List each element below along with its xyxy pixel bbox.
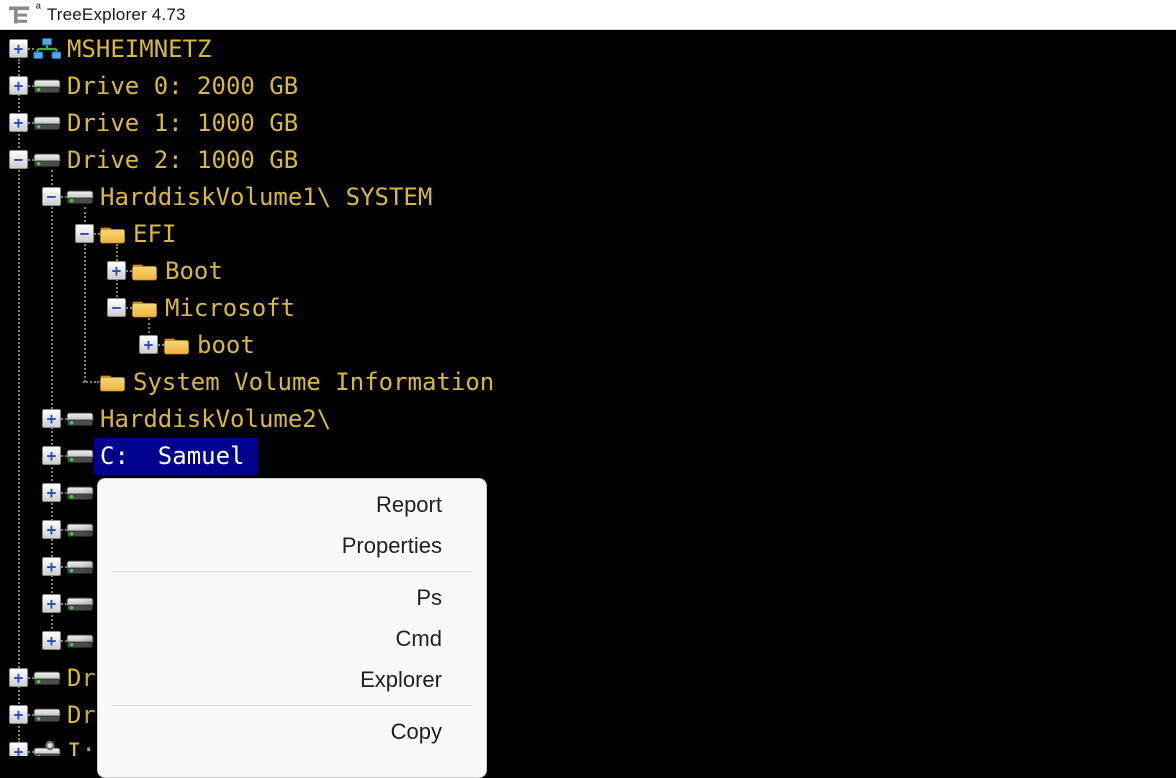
network-icon	[33, 37, 61, 61]
expand-plus-toggle[interactable]: +	[9, 705, 28, 724]
drive-icon	[33, 148, 61, 172]
tree-item-label: Dr	[67, 660, 96, 697]
tree-item-label: I:	[67, 734, 96, 756]
tree-item[interactable]: + Drive 1: 1000 GB	[0, 105, 1176, 142]
drive-icon	[66, 518, 94, 542]
expand-plus-toggle[interactable]: +	[9, 76, 28, 95]
tree-item-label: Dr	[67, 697, 96, 734]
treeexplorer-logo-icon	[8, 4, 30, 26]
tree-item[interactable]: − Drive 2: 1000 GB	[0, 142, 1176, 179]
tree-item-label: EFI	[133, 216, 176, 253]
expand-plus-toggle[interactable]: +	[42, 483, 61, 502]
expand-plus-toggle[interactable]: +	[139, 335, 158, 354]
drive-icon	[66, 481, 94, 505]
collapse-minus-toggle[interactable]: −	[107, 298, 126, 317]
folder-icon	[163, 333, 191, 357]
tree-item-label: Drive 1: 1000 GB	[67, 105, 298, 142]
drive-icon	[33, 666, 61, 690]
window-title: TreeExplorer 4.73	[47, 5, 186, 25]
tree-item-label: Boot	[165, 253, 223, 290]
tree-item[interactable]: + Drive 0: 2000 GB	[0, 68, 1176, 105]
expand-plus-toggle[interactable]: +	[42, 594, 61, 613]
expand-plus-toggle[interactable]: +	[42, 446, 61, 465]
tree-item-label: Microsoft	[165, 290, 295, 327]
context-menu-item-report[interactable]: Report	[98, 484, 486, 525]
folder-icon	[131, 259, 159, 283]
context-menu-item-copy[interactable]: Copy	[98, 711, 486, 752]
menu-separator	[112, 705, 472, 706]
drive-icon	[66, 407, 94, 431]
folder-icon	[131, 296, 159, 320]
tree-item[interactable]: + HarddiskVolume2\	[0, 401, 1176, 438]
tree-item[interactable]: + boot	[0, 327, 1176, 364]
tree-item-label: Drive 0: 2000 GB	[67, 68, 298, 105]
tree-item[interactable]: − Microsoft	[0, 290, 1176, 327]
expand-plus-toggle[interactable]: +	[9, 39, 28, 58]
drive-icon	[66, 555, 94, 579]
tree-item[interactable]: − HarddiskVolume1\ SYSTEM	[0, 179, 1176, 216]
expand-plus-toggle[interactable]: +	[42, 409, 61, 428]
context-menu-item-cmd[interactable]: Cmd	[98, 618, 486, 659]
tree-item-label: HarddiskVolume2\	[100, 401, 331, 438]
title-bar: ª TreeExplorer 4.73	[0, 0, 1176, 30]
tree-item-label-selected: C: Samuel	[94, 438, 258, 475]
drive-icon	[66, 185, 94, 209]
drive-icon	[66, 629, 94, 653]
drive-icon	[66, 592, 94, 616]
collapse-minus-toggle[interactable]: −	[75, 224, 94, 243]
expand-plus-toggle[interactable]: +	[42, 520, 61, 539]
tree-item-label: boot	[197, 327, 255, 364]
tree-item[interactable]: − EFI	[0, 216, 1176, 253]
title-superscript: ª	[36, 1, 41, 16]
expand-plus-toggle[interactable]: +	[42, 631, 61, 650]
drive-network-icon	[33, 740, 61, 756]
context-menu-item-explorer[interactable]: Explorer	[98, 659, 486, 700]
tree-item[interactable]: System Volume Information	[0, 364, 1176, 401]
folder-icon	[99, 222, 127, 246]
tree-item[interactable]: + C: Samuel	[0, 438, 1176, 475]
tree-item[interactable]: + MSHEIMNETZ	[0, 31, 1176, 68]
tree-item-label: HarddiskVolume1\ SYSTEM	[100, 179, 432, 216]
tree-connector-dots	[83, 381, 99, 383]
tree-item-label: Drive 2: 1000 GB	[67, 142, 298, 179]
context-menu-item-properties[interactable]: Properties	[98, 525, 486, 566]
collapse-minus-toggle[interactable]: −	[42, 187, 61, 206]
drive-icon	[66, 444, 94, 468]
expand-plus-toggle[interactable]: +	[9, 113, 28, 132]
tree-item-label: MSHEIMNETZ	[67, 31, 212, 68]
tree-item[interactable]: + Boot	[0, 253, 1176, 290]
context-menu-item-ps[interactable]: Ps	[98, 577, 486, 618]
menu-separator	[112, 571, 472, 572]
expand-plus-toggle[interactable]: +	[9, 668, 28, 687]
expand-plus-toggle[interactable]: +	[42, 557, 61, 576]
context-menu: ReportProperties PsCmdExplorer Copy	[97, 478, 487, 778]
drive-icon	[33, 111, 61, 135]
drive-icon	[33, 74, 61, 98]
collapse-minus-toggle[interactable]: −	[9, 150, 28, 169]
expand-plus-toggle[interactable]: +	[9, 742, 28, 756]
tree-item-label: System Volume Information	[133, 364, 494, 401]
expand-plus-toggle[interactable]: +	[107, 261, 126, 280]
drive-icon	[33, 703, 61, 727]
folder-icon	[99, 370, 127, 394]
